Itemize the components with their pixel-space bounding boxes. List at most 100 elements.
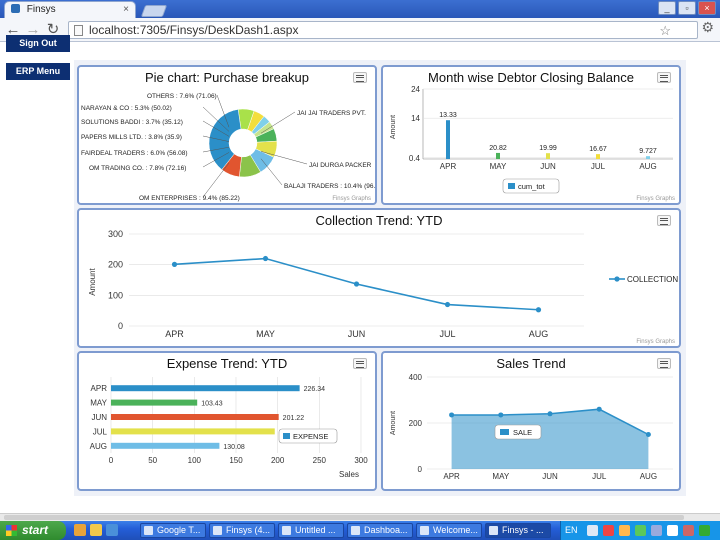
data-label: 226.34 (304, 386, 326, 393)
tray-icon[interactable] (635, 525, 646, 536)
address-bar[interactable]: localhost:7305/Finsys/DeskDash1.aspx ☆ (68, 21, 698, 39)
pie-chart-panel: Pie chart: Purchase breakup OTHERS : 7.6… (77, 65, 377, 205)
legend-marker (614, 276, 620, 282)
pie-connector (202, 162, 230, 198)
bar (596, 154, 600, 159)
y-axis-label: Amount (88, 267, 97, 295)
pie-connector (260, 158, 283, 186)
y-axis-label: Amount (390, 115, 397, 139)
y-tick-label: 400 (409, 373, 423, 382)
erp-menu-link[interactable]: ERP Menu (6, 63, 70, 80)
pie-label: FAIRDEAL TRADERS : 6.0% (56.08) (81, 150, 188, 157)
tray-icon[interactable] (587, 525, 598, 536)
legend-label: EXPENSE (293, 432, 328, 441)
data-point (171, 261, 178, 267)
x-tick-label: AUG (529, 329, 549, 339)
data-label: 9.727 (639, 148, 657, 155)
bar (496, 152, 500, 159)
page-icon (74, 25, 83, 36)
horizontal-scrollbar[interactable] (0, 513, 720, 521)
x-tick-label: 50 (148, 456, 157, 465)
maximize-button[interactable]: ▫ (678, 1, 696, 15)
x-tick-label: 0 (109, 456, 114, 465)
minimize-button[interactable]: _ (658, 1, 676, 15)
x-tick-label: JUL (439, 329, 455, 339)
series-area (451, 409, 649, 469)
y-tick-label: 200 (108, 260, 123, 270)
x-tick-label: APR (165, 329, 184, 339)
start-button[interactable]: start (0, 521, 66, 540)
data-point (262, 255, 269, 262)
x-tick-label: JUN (540, 162, 556, 171)
wrench-menu-icon[interactable]: ⚙ (701, 19, 714, 36)
data-label: 103.43 (201, 401, 223, 408)
browser-tab[interactable]: Finsys × (4, 1, 136, 18)
taskbar-item[interactable]: Dashboa... (347, 523, 413, 538)
new-tab-button[interactable] (140, 5, 168, 17)
pie-label: OM ENTERPRISES : 9.4% (85.22) (139, 195, 240, 202)
x-tick-label: APR (443, 472, 460, 481)
y-tick-label: 14 (411, 114, 420, 123)
bar (111, 414, 279, 420)
collection-trend-panel: Collection Trend: YTD 0 100 200 300 Amount AP… (77, 208, 681, 348)
tray-icon[interactable] (683, 525, 694, 536)
y-tick-label: APR (91, 384, 108, 393)
data-point (547, 411, 553, 417)
taskbar-item[interactable]: Welcome... (416, 523, 482, 538)
data-label: 13.33 (439, 112, 457, 119)
data-point (535, 307, 542, 313)
expense-chart-svg: 0 50 100 150 200 250 300 Sales 226.34 APR 103.43 MA… (90, 377, 368, 479)
taskbar-item[interactable]: Finsys (4... (209, 523, 275, 538)
taskbar-item[interactable]: Untitled ... (278, 523, 344, 538)
data-point (449, 412, 455, 418)
pie-label: PAPERS MILLS LTD. : 3.8% (35.9) (81, 134, 182, 141)
legend-label: SALE (513, 428, 532, 437)
tray-icon[interactable] (619, 525, 630, 536)
chart-credit: Finsys Graphs (636, 339, 675, 345)
taskbar-item[interactable]: Finsys - ... (485, 523, 551, 538)
legend-swatch (283, 433, 290, 439)
data-point (353, 281, 360, 287)
taskbar-item[interactable]: Google T... (140, 523, 206, 538)
scrollbar-thumb[interactable] (4, 515, 684, 520)
system-tray: EN (560, 521, 720, 540)
x-tick-label: AUG (640, 472, 657, 481)
tray-icon[interactable] (667, 525, 678, 536)
data-label: 16.67 (589, 146, 607, 153)
x-tick-label: APR (440, 162, 457, 171)
bookmark-star-icon[interactable]: ☆ (659, 23, 671, 39)
x-tick-label: 150 (229, 456, 243, 465)
bar (546, 153, 550, 159)
bar (446, 120, 450, 159)
language-indicator[interactable]: EN (565, 521, 578, 540)
y-tick-label: 200 (409, 419, 423, 428)
data-label: 201.22 (283, 415, 305, 422)
bar (111, 385, 300, 392)
close-window-button[interactable]: × (698, 1, 716, 15)
quick-launch-icon[interactable] (90, 524, 102, 536)
browser-title-bar: Finsys × _ ▫ × (0, 0, 720, 18)
tray-icon[interactable] (699, 525, 710, 536)
x-tick-label: 300 (354, 456, 368, 465)
window-controls: _ ▫ × (658, 1, 716, 15)
sign-out-link[interactable]: Sign Out (6, 35, 70, 52)
tab-close-button[interactable]: × (123, 4, 129, 15)
bar (111, 442, 220, 449)
debtor-chart-svg: 0.4 14 24 Amount 13.33 APR 20.82 MAY 19.99 JUN 16.… (390, 85, 673, 194)
tray-icon[interactable] (651, 525, 662, 536)
data-point (645, 432, 651, 437)
dashboard-area: Pie chart: Purchase breakup OTHERS : 7.6… (74, 60, 686, 496)
taskbar: start Google T... Finsys (4... Untitled … (0, 521, 720, 540)
quick-launch-icon[interactable] (74, 524, 86, 536)
favicon-icon (11, 4, 20, 13)
quick-launch-icon[interactable] (106, 524, 118, 536)
x-tick-label: MAY (256, 329, 275, 339)
pie-chart-svg: OTHERS : 7.6% (71.06) NARAYAN & CO : 5.3%… (81, 93, 375, 202)
tray-icon[interactable] (603, 525, 614, 536)
left-nav: Sign Out ERP Menu (0, 35, 74, 513)
bar (646, 156, 650, 159)
pie-label: NARAYAN & CO : 5.3% (50.02) (81, 105, 172, 112)
y-tick-label: MAY (90, 399, 107, 408)
pie-label: OM TRADING CO. : 7.8% (72.16) (89, 165, 186, 172)
y-axis-label: Amount (390, 411, 397, 435)
